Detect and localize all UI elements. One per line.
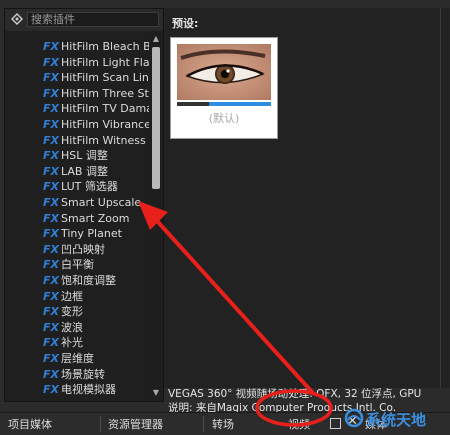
list-item-label: HitFilm Bleach B xyxy=(61,40,149,53)
search-row xyxy=(5,9,163,31)
fx-badge-icon: FX xyxy=(43,398,61,399)
tab-separator xyxy=(203,416,204,432)
list-item-label: Tiny Planet xyxy=(61,227,122,240)
scroll-up-arrow-icon[interactable]: ▲ xyxy=(150,33,162,45)
fx-badge-icon: FX xyxy=(43,304,61,320)
list-item[interactable]: FX层维度 xyxy=(43,351,149,367)
fx-badge-icon: FX xyxy=(43,273,61,289)
fx-badge-icon: FX xyxy=(43,289,61,305)
list-item[interactable]: FX饱和度调整 xyxy=(43,273,149,289)
list-item-label: 边框 xyxy=(61,290,83,303)
list-item[interactable]: FX补光 xyxy=(43,335,149,351)
watermark-logo-icon xyxy=(344,408,364,428)
list-item[interactable]: FXSmart Upscale xyxy=(43,195,149,211)
list-item-label: HitFilm Three St xyxy=(61,87,149,100)
list-item-label: LAB 调整 xyxy=(61,165,108,178)
list-item-label: HitFilm Vibrance xyxy=(61,118,149,131)
list-item[interactable]: FX 电视模拟器 xyxy=(43,382,149,398)
list-item-label: 白平衡 xyxy=(61,258,94,271)
list-item[interactable]: FXHSL 调整 xyxy=(43,148,149,164)
list-item-label: 饱和度调整 xyxy=(61,274,116,287)
list-item-label: 补光 xyxy=(61,336,83,349)
fx-badge-icon: FX xyxy=(43,70,61,86)
watermark-text: 系统天地 xyxy=(366,409,426,430)
fx-badge-icon: FX xyxy=(43,179,61,195)
list-item-label: 变形 xyxy=(61,305,83,318)
scroll-thumb[interactable] xyxy=(152,47,160,189)
list-item[interactable]: FX波浪 xyxy=(43,320,149,336)
list-item-label: 层维度 xyxy=(61,352,94,365)
fx-badge-icon: FX xyxy=(43,367,61,383)
tab-transitions[interactable]: 转场 xyxy=(212,416,234,432)
fx-badge-icon: FX xyxy=(43,55,61,71)
fx-badge-icon: FX xyxy=(43,226,61,242)
preset-caption: (默认) xyxy=(171,110,277,126)
list-item[interactable]: FXLUT 筛选器 xyxy=(43,179,149,195)
list-item-label: HitFilm Witness xyxy=(61,134,146,147)
list-item-label: 场景旋转 xyxy=(61,368,105,381)
fx-badge-icon: FX xyxy=(43,39,61,55)
list-item[interactable]: FXHitFilm Bleach B xyxy=(43,39,149,55)
preset-thumbnail-default[interactable]: (默认) xyxy=(170,37,278,139)
fx-badge-icon: FX xyxy=(43,195,61,211)
list-item[interactable]: FXHitFilm Witness xyxy=(43,133,149,149)
list-item[interactable]: FXHitFilm TV Dama xyxy=(43,101,149,117)
list-item[interactable]: FX变形 xyxy=(43,304,149,320)
list-item[interactable]: FX电视弹黑 xyxy=(43,398,149,399)
list-item-label: 电视模拟器 xyxy=(61,383,116,396)
list-item-label: 凹凸映射 xyxy=(61,243,105,256)
maximize-icon[interactable] xyxy=(330,418,341,429)
tab-separator xyxy=(100,416,101,432)
fx-badge-icon: FX xyxy=(43,320,61,336)
list-item[interactable]: FX白平衡 xyxy=(43,257,149,273)
tab-video-fx[interactable]: 视频 xyxy=(288,416,310,432)
fx-badge-icon: FX xyxy=(43,133,61,149)
search-input[interactable] xyxy=(27,12,159,27)
preset-progress-fill xyxy=(177,102,209,106)
list-item-label: HitFilm TV Dama xyxy=(61,102,149,115)
search-icon xyxy=(11,13,23,25)
list-item[interactable]: FX凹凸映射 xyxy=(43,242,149,258)
list-item[interactable]: FXHitFilm Vibrance xyxy=(43,117,149,133)
site-watermark: 系统天地 xyxy=(344,406,448,432)
plugin-tree-panel: FXHitFilm Bleach BFXHitFilm Light FlaFXH… xyxy=(4,8,164,402)
plugin-chooser-window: FXHitFilm Bleach BFXHitFilm Light FlaFXH… xyxy=(0,0,450,434)
list-item-label: Smart Upscale xyxy=(61,196,141,209)
list-item[interactable]: FXHitFilm Scan Lin xyxy=(43,70,149,86)
list-item[interactable]: FX场景旋转 xyxy=(43,367,149,383)
fx-badge-icon: FX xyxy=(43,242,61,258)
list-item-label: LUT 筛选器 xyxy=(61,180,118,193)
list-item[interactable]: FX边框 xyxy=(43,289,149,305)
fx-badge-icon: FX xyxy=(43,335,61,351)
eye-preview-image xyxy=(177,44,271,100)
list-item-label: HitFilm Light Fla xyxy=(61,56,149,69)
list-item-label: 波浪 xyxy=(61,321,83,334)
fx-badge-icon: FX xyxy=(43,148,61,164)
fx-badge-icon: FX xyxy=(43,117,61,133)
fx-badge-icon: FX xyxy=(43,164,61,180)
list-item-label: HSL 调整 xyxy=(61,149,108,162)
list-item[interactable]: FXLAB 调整 xyxy=(43,164,149,180)
list-item-label: HitFilm Scan Lin xyxy=(61,71,149,84)
plugin-list: FXHitFilm Bleach BFXHitFilm Light FlaFXH… xyxy=(5,33,149,399)
fx-badge-icon: FX xyxy=(43,211,61,227)
fx-badge-icon: FX xyxy=(43,86,61,102)
panel-divider[interactable] xyxy=(440,8,441,388)
preset-progress-bar xyxy=(177,102,271,106)
list-item-label: Smart Zoom xyxy=(61,212,129,225)
list-item[interactable]: FXHitFilm Light Fla xyxy=(43,55,149,71)
preset-heading: 预设: xyxy=(172,15,198,31)
tab-explorer[interactable]: 资源管理器 xyxy=(108,416,163,432)
list-item[interactable]: FXHitFilm Three St xyxy=(43,86,149,102)
plugin-list-scrollbar[interactable]: ▲ ▼ xyxy=(150,33,162,399)
fx-badge-icon: FX xyxy=(43,257,61,273)
list-item[interactable]: FXTiny Planet xyxy=(43,226,149,242)
scroll-down-arrow-icon[interactable]: ▼ xyxy=(150,387,162,399)
tab-project-media[interactable]: 项目媒体 xyxy=(8,416,52,432)
fx-badge-icon: FX xyxy=(43,101,61,117)
plugin-info-line1: VEGAS 360° 视频随场动处理: OFX, 32 位浮点, GPU xyxy=(168,386,421,401)
list-item[interactable]: FXSmart Zoom xyxy=(43,211,149,227)
fx-badge-icon: FX xyxy=(43,351,61,367)
fx-badge-icon: FX xyxy=(43,382,61,398)
